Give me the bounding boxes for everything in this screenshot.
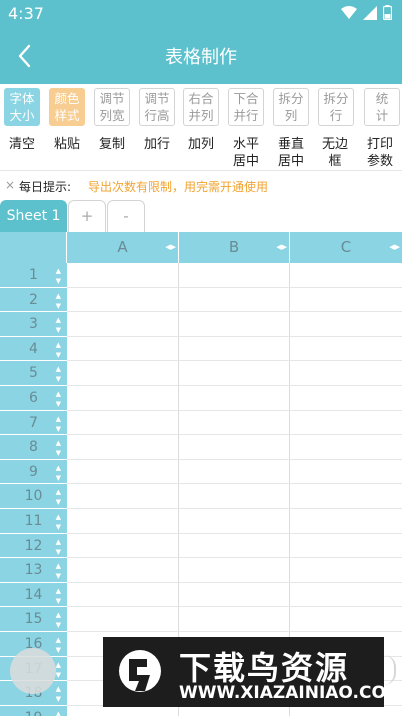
row-header[interactable]: 10 ▲ ▼ (0, 484, 67, 509)
status-icons (341, 5, 392, 20)
remove-sheet-button[interactable]: - (107, 200, 145, 232)
row-header[interactable]: 19▲▼ (0, 705, 67, 716)
sheet-tabs: Sheet 1 + - (0, 198, 402, 232)
color-style-button[interactable]: 颜色 样式 (49, 88, 85, 126)
row-divider (67, 606, 402, 608)
row-header[interactable]: 14 ▲ ▼ (0, 582, 67, 608)
app-bar: 表格制作 (0, 28, 402, 84)
signal-icon (363, 5, 377, 20)
row-resize-icon[interactable]: ▲▼ (56, 435, 61, 458)
row-divider (67, 532, 402, 534)
page-title: 表格制作 (165, 47, 237, 68)
add-column-button[interactable]: 加列 (179, 136, 223, 153)
battery-icon (383, 5, 392, 20)
wifi-icon (341, 5, 357, 19)
status-bar: 4:37 (0, 0, 402, 28)
split-column-button[interactable]: 拆分列 (273, 88, 309, 126)
column-header[interactable]: B ◀▶ (179, 232, 290, 263)
column-header[interactable]: A ◀▶ (67, 232, 179, 263)
row-header[interactable]: 12 ▲ ▼ (0, 533, 67, 559)
row-resize-icon[interactable]: ▲▼ (56, 706, 61, 716)
row-header[interactable]: 5 ▲ ▼ (0, 361, 67, 386)
row-header[interactable]: 15 ▲ ▼ (0, 607, 67, 632)
vertical-center-button[interactable]: 垂直 居中 (269, 136, 313, 170)
merge-right-button[interactable]: 右合 并列 (183, 88, 219, 126)
tip-close-icon[interactable]: × (5, 178, 15, 192)
row-header[interactable]: 7 ▲ ▼ (0, 410, 67, 436)
daily-tip: × 每日提示: 导出次数有限制，用完需开通使用 (0, 172, 402, 198)
row-header[interactable]: 11 ▲ ▼ (0, 509, 67, 534)
banner-url: WWW.XIAZAINIAO.COM (179, 683, 402, 703)
row-divider (67, 335, 402, 337)
row-divider (67, 409, 402, 411)
row-divider (67, 385, 402, 386)
row-resize-icon[interactable]: ▲▼ (56, 288, 61, 311)
row-resize-icon[interactable]: ▲▼ (56, 583, 61, 606)
row-resize-icon[interactable]: ▲▼ (56, 657, 61, 680)
row-height-button[interactable]: 调节 行高 (139, 88, 175, 126)
column-width-button[interactable]: 调节 列宽 (94, 88, 130, 126)
horizontal-center-button[interactable]: 水平 居中 (224, 136, 268, 170)
row-resize-icon[interactable]: ▲▼ (56, 263, 61, 286)
row-header[interactable]: 3 ▲ ▼ (0, 312, 67, 337)
column-header[interactable]: C ◀▶ (290, 232, 402, 263)
status-time: 4:37 (8, 4, 44, 23)
row-resize-icon[interactable]: ▲▼ (56, 509, 61, 532)
row-header[interactable]: 13 ▲ ▼ (0, 558, 67, 583)
copy-button[interactable]: 复制 (90, 136, 134, 153)
action-toolbar: 清空 粘贴 复制 加行 加列 水平 居中 垂直 居中 无边框 打印 参数 (0, 130, 402, 171)
row-divider (67, 508, 402, 509)
row-divider (67, 581, 402, 583)
column-resize-icon[interactable]: ◀▶ (389, 232, 400, 263)
tab-sheet-1[interactable]: Sheet 1 (0, 200, 67, 232)
row-divider (67, 311, 402, 313)
bird-logo-icon (119, 650, 161, 692)
paste-button[interactable]: 粘贴 (45, 136, 89, 153)
row-header[interactable]: 4 ▲ ▼ (0, 336, 67, 362)
row-divider (67, 434, 402, 436)
merge-down-button[interactable]: 下合 并行 (228, 88, 264, 126)
add-sheet-button[interactable]: + (68, 200, 106, 232)
row-resize-icon[interactable]: ▲▼ (56, 460, 61, 483)
statistics-button[interactable]: 统计 (364, 88, 400, 126)
row-divider (67, 557, 402, 559)
row-resize-icon[interactable]: ▲▼ (56, 534, 61, 557)
no-border-button[interactable]: 无边框 (313, 136, 357, 170)
tip-message: 导出次数有限制，用完需开通使用 (88, 180, 269, 194)
row-resize-icon[interactable]: ▲▼ (56, 607, 61, 630)
row-divider (67, 631, 402, 632)
clear-button[interactable]: 清空 (0, 136, 44, 153)
format-toolbar: 字体 大小 颜色 样式 调节 列宽 调节 行高 右合 并列 下合 并行 拆分列 拆分行 统计 (0, 86, 402, 128)
tip-label: 每日提示: (19, 180, 72, 194)
row-header[interactable]: 6 ▲ ▼ (0, 386, 67, 411)
row-resize-icon[interactable]: ▲▼ (56, 681, 61, 704)
column-resize-icon[interactable]: ◀▶ (276, 232, 287, 263)
floating-action-button[interactable] (10, 648, 56, 694)
row-resize-icon[interactable]: ▲▼ (56, 386, 61, 409)
row-header[interactable]: 2 ▲ ▼ (0, 287, 67, 313)
row-header[interactable]: 9 ▲ ▼ (0, 459, 67, 485)
print-settings-button[interactable]: 打印 参数 (358, 136, 402, 170)
row-resize-icon[interactable]: ▲▼ (56, 558, 61, 581)
row-resize-icon[interactable]: ▲▼ (56, 632, 61, 655)
font-size-button[interactable]: 字体 大小 (4, 88, 40, 126)
grid-corner[interactable] (0, 232, 67, 263)
row-divider (67, 360, 402, 362)
row-resize-icon[interactable]: ▲▼ (56, 312, 61, 335)
column-resize-icon[interactable]: ◀▶ (165, 232, 176, 263)
add-row-button[interactable]: 加行 (135, 136, 179, 153)
row-divider (67, 483, 402, 485)
row-resize-icon[interactable]: ▲▼ (56, 484, 61, 507)
row-divider (67, 286, 402, 288)
row-resize-icon[interactable]: ▲▼ (56, 337, 61, 360)
split-row-button[interactable]: 拆分行 (318, 88, 354, 126)
row-header[interactable]: 1 ▲ ▼ (0, 263, 67, 288)
row-header[interactable]: 8 ▲ ▼ (0, 435, 67, 460)
row-resize-icon[interactable]: ▲▼ (56, 411, 61, 434)
row-resize-icon[interactable]: ▲▼ (56, 361, 61, 384)
row-divider (67, 458, 402, 460)
watermark-banner: 下载鸟资源 WWW.XIAZAINIAO.COM (103, 637, 402, 707)
